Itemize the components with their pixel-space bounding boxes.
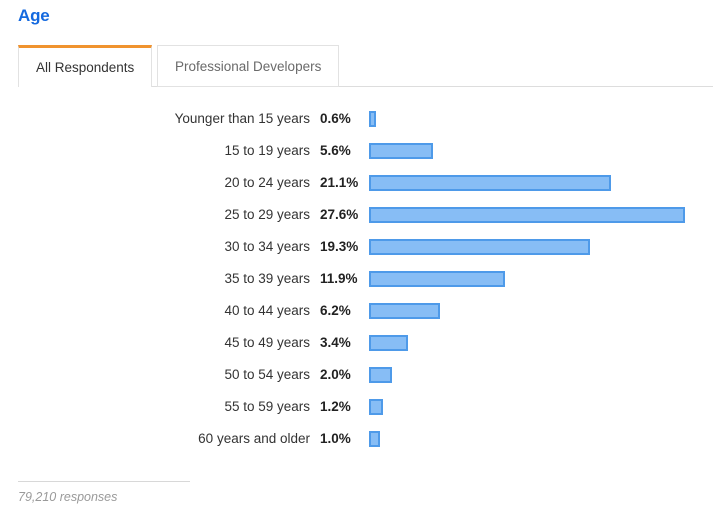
chart-row: 40 to 44 years 6.2% <box>0 295 713 327</box>
chart-row-label: 35 to 39 years <box>224 271 310 286</box>
chart-row-value: 0.6% <box>320 111 351 126</box>
tab-professional-developers[interactable]: Professional Developers <box>157 45 340 87</box>
chart-row-label: 25 to 29 years <box>224 207 310 222</box>
chart-row: 30 to 34 years 19.3% <box>0 231 713 263</box>
page-title: Age <box>18 6 50 25</box>
chart-bar[interactable] <box>369 335 408 351</box>
chart-row: 60 years and older 1.0% <box>0 423 713 455</box>
chart-row: 20 to 24 years 21.1% <box>0 167 713 199</box>
chart-row: 15 to 19 years 5.6% <box>0 135 713 167</box>
footer-divider <box>18 481 190 482</box>
chart-row-label: 60 years and older <box>198 431 310 446</box>
chart-row-value: 1.2% <box>320 399 351 414</box>
responses-count: 79,210 responses <box>18 490 118 504</box>
chart-row-value: 6.2% <box>320 303 351 318</box>
chart-row-label: 45 to 49 years <box>224 335 310 350</box>
chart-row: 35 to 39 years 11.9% <box>0 263 713 295</box>
chart-bar[interactable] <box>369 367 392 383</box>
chart-row: 45 to 49 years 3.4% <box>0 327 713 359</box>
chart-row-value: 5.6% <box>320 143 351 158</box>
chart-row-value: 21.1% <box>320 175 359 190</box>
tab-all-respondents-label: All Respondents <box>36 60 135 75</box>
age-bar-chart: Younger than 15 years 0.6% 15 to 19 years 5… <box>0 103 713 455</box>
chart-row-label: 20 to 24 years <box>224 175 310 190</box>
chart-row-label: 50 to 54 years <box>224 367 310 382</box>
tab-professional-developers-label: Professional Developers <box>175 58 322 74</box>
tab-all-respondents[interactable]: All Respondents <box>18 45 153 87</box>
chart-row-value: 1.0% <box>320 431 351 446</box>
chart-bar[interactable] <box>369 431 380 447</box>
chart-row-label: 15 to 19 years <box>224 143 310 158</box>
chart-bar[interactable] <box>369 239 590 255</box>
chart-row-value: 3.4% <box>320 335 351 350</box>
chart-row: 55 to 59 years 1.2% <box>0 391 713 423</box>
chart-row-label: 40 to 44 years <box>224 303 310 318</box>
chart-bar[interactable] <box>369 175 611 191</box>
chart-bar[interactable] <box>369 399 383 415</box>
chart-row-value: 2.0% <box>320 367 351 382</box>
chart-row-value: 19.3% <box>320 239 359 254</box>
chart-bar[interactable] <box>369 111 376 127</box>
chart-bar[interactable] <box>369 207 685 223</box>
chart-row-label: Younger than 15 years <box>174 111 310 126</box>
tab-bar: All Respondents Professional Developers <box>0 45 713 87</box>
chart-row: 25 to 29 years 27.6% <box>0 199 713 231</box>
chart-row-value: 27.6% <box>320 207 359 222</box>
chart-row: 50 to 54 years 2.0% <box>0 359 713 391</box>
chart-bar[interactable] <box>369 143 433 159</box>
chart-row-label: 55 to 59 years <box>224 399 310 414</box>
chart-row-value: 11.9% <box>320 271 358 286</box>
chart-row: Younger than 15 years 0.6% <box>0 103 713 135</box>
chart-row-label: 30 to 34 years <box>224 239 310 254</box>
chart-bar[interactable] <box>369 271 505 287</box>
chart-bar[interactable] <box>369 303 440 319</box>
